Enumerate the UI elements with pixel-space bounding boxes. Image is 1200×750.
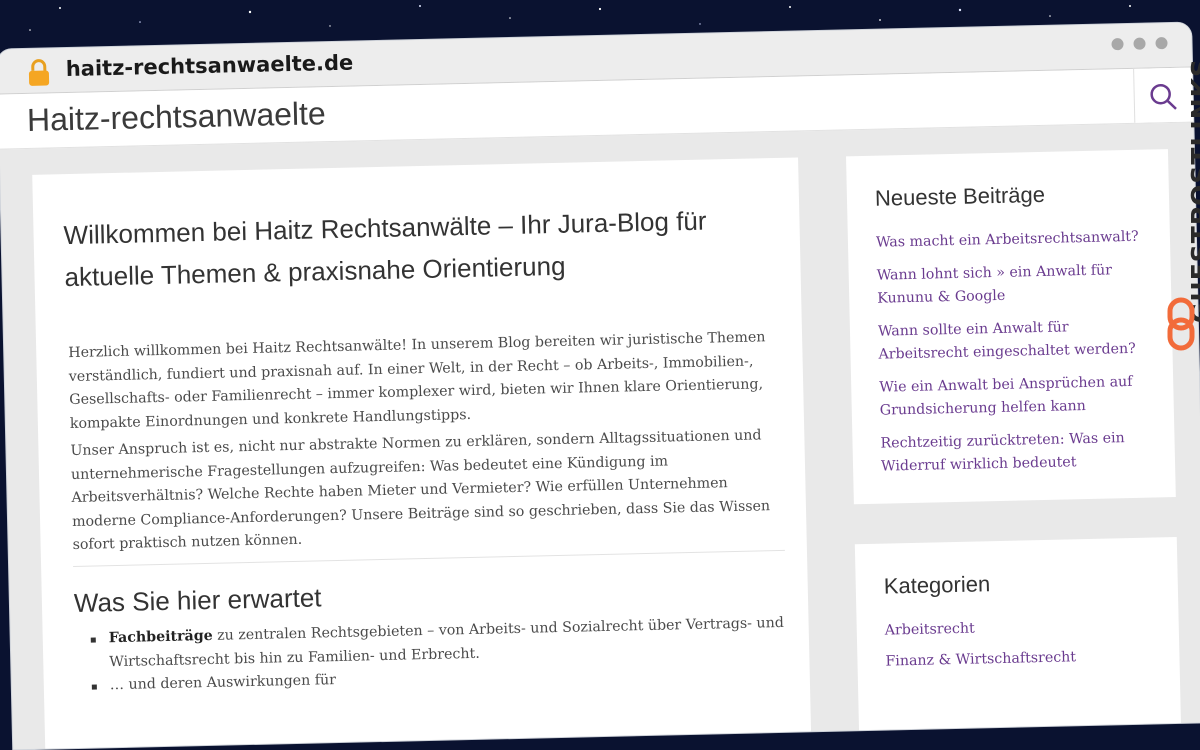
category-link[interactable]: Arbeitsrecht xyxy=(885,613,1155,643)
recent-post-link[interactable]: Rechtzeitig zurücktreten: Was ein Widerr… xyxy=(880,426,1151,479)
recent-posts-list: Was macht ein Arbeitsrechtsanwalt? Wann … xyxy=(876,226,1152,489)
intro-paragraph: Herzlich willkommen bei Haitz Rechtsanwä… xyxy=(68,326,782,436)
recent-posts-widget: Neueste Beiträge Was macht ein Arbeitsre… xyxy=(846,149,1176,504)
badge-text: GUESTPOSTLINKS xyxy=(1186,58,1200,323)
window-control-dot[interactable] xyxy=(1155,37,1167,49)
padlock-icon xyxy=(26,58,53,87)
window-control-dot[interactable] xyxy=(1133,38,1145,50)
main-article: Willkommen bei Haitz Rechtsanwälte – Ihr… xyxy=(32,157,811,749)
categories-widget: Kategorien Arbeitsrecht Finanz & Wirtsch… xyxy=(855,537,1182,749)
site-title[interactable]: Haitz-rechtsanwaelte xyxy=(27,95,327,139)
list-item-text: … und deren Auswirkungen für xyxy=(110,672,336,693)
post-title: Willkommen bei Haitz Rechtsanwälte – Ihr… xyxy=(63,198,765,298)
recent-post-link[interactable]: Wann sollte ein Anwalt für Arbeitsrecht … xyxy=(878,314,1149,367)
browser-window: haitz-rechtsanwaelte.de Haitz-rechtsanwa… xyxy=(0,23,1200,750)
window-control-dot[interactable] xyxy=(1111,38,1123,50)
category-link[interactable]: Finanz & Wirtschaftsrecht xyxy=(885,644,1155,674)
feature-list: Fachbeiträge zu zentralen Rechtsgebieten… xyxy=(75,612,788,699)
categories-list: Arbeitsrecht Finanz & Wirtschaftsrecht xyxy=(885,613,1156,680)
recent-post-link[interactable]: Was macht ein Arbeitsrechtsanwalt? xyxy=(876,226,1146,256)
tilted-browser-scene: haitz-rechtsanwaelte.de Haitz-rechtsanwa… xyxy=(0,0,1200,684)
categories-title: Kategorien xyxy=(883,571,990,599)
recent-post-link[interactable]: Wann lohnt sich » ein Anwalt für Kununu … xyxy=(876,258,1147,311)
recent-posts-title: Neueste Beiträge xyxy=(875,182,1046,212)
mission-paragraph: Unser Anspruch ist es, nicht nur abstrak… xyxy=(70,424,784,558)
window-controls xyxy=(1111,37,1167,50)
list-item-bold: Fachbeiträge xyxy=(109,628,213,646)
recent-post-link[interactable]: Wie ein Anwalt bei Ansprüchen auf Grunds… xyxy=(879,370,1150,423)
chain-link-icon xyxy=(1166,296,1198,352)
address-url[interactable]: haitz-rechtsanwaelte.de xyxy=(66,51,354,82)
section-heading: Was Sie hier erwartet xyxy=(74,582,322,619)
